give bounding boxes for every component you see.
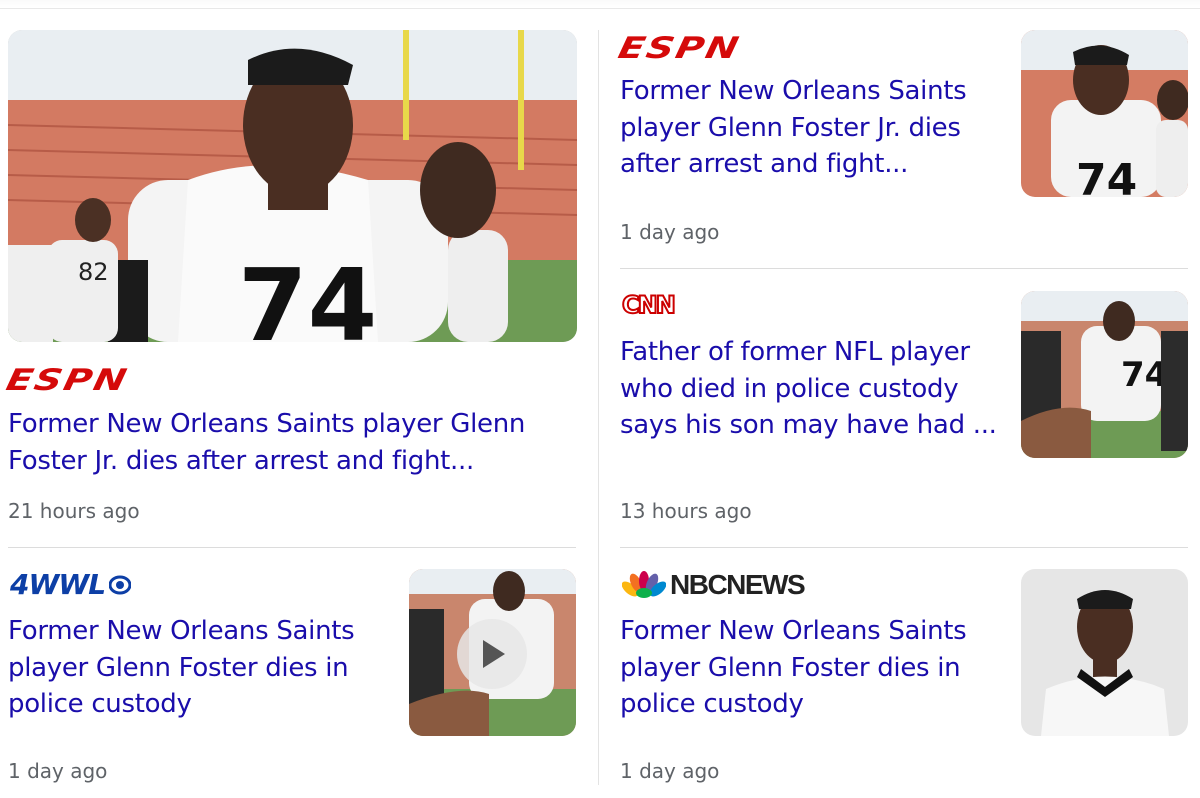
article-timestamp: 1 day ago — [620, 220, 720, 244]
wwl-logo: 4WWL — [10, 568, 132, 601]
news-card-nbc[interactable]: NBCNEWS Former New Orleans Saints player… — [620, 568, 1190, 788]
separator — [8, 547, 576, 548]
cnn-logo: CNN — [621, 291, 677, 319]
nbc-logo-text: NBCNEWS — [670, 569, 806, 600]
wwl-logo-text: 4WWL — [10, 568, 106, 601]
news-card-espn-small[interactable]: ESPN Former New Orleans Saints player Gl… — [615, 30, 1190, 262]
article-thumbnail: 74 — [1021, 30, 1188, 197]
article-thumbnail — [1021, 569, 1188, 736]
article-headline[interactable]: Father of former NFL player who died in … — [620, 334, 1000, 444]
play-button[interactable] — [457, 619, 527, 689]
article-headline[interactable]: Former New Orleans Saints player Glenn F… — [8, 406, 568, 479]
play-icon — [483, 640, 505, 668]
news-card-cnn[interactable]: CNN Father of former NFL player who died… — [620, 290, 1190, 530]
article-headline[interactable]: Former New Orleans Saints player Glenn F… — [8, 613, 388, 723]
article-timestamp: 13 hours ago — [620, 499, 752, 523]
separator — [620, 547, 1188, 548]
article-timestamp: 1 day ago — [620, 759, 720, 783]
svg-text:82: 82 — [78, 258, 109, 286]
column-divider — [598, 30, 599, 785]
separator — [620, 268, 1188, 269]
article-headline[interactable]: Former New Orleans Saints player Glenn F… — [620, 73, 1000, 183]
nbc-peacock-icon — [622, 571, 666, 598]
top-separator — [0, 0, 1200, 9]
news-card-wwl[interactable]: 4WWL Former New Orleans Saints player Gl… — [8, 568, 578, 788]
article-thumbnail: 74 — [1021, 291, 1188, 458]
article-image: 74 82 — [8, 30, 577, 342]
video-thumbnail[interactable] — [409, 569, 576, 736]
svg-text:74: 74 — [1076, 155, 1137, 197]
nbc-logo: NBCNEWS — [622, 569, 806, 600]
news-card-espn-large[interactable]: 74 82 ESPN Former New Orleans Saints pla… — [3, 30, 578, 530]
article-timestamp: 21 hours ago — [8, 499, 140, 523]
cbs-eye-icon — [109, 575, 132, 595]
espn-logo: ESPN — [615, 30, 744, 65]
article-headline[interactable]: Former New Orleans Saints player Glenn F… — [620, 613, 1000, 723]
article-timestamp: 1 day ago — [8, 759, 108, 783]
espn-logo: ESPN — [3, 362, 132, 397]
svg-text:74: 74 — [238, 247, 377, 342]
